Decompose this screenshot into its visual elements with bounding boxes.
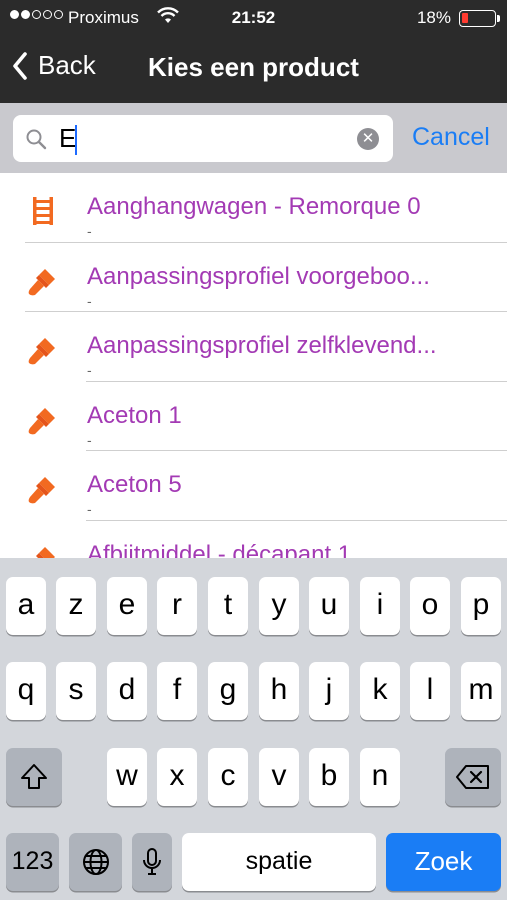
search-value: E (59, 123, 78, 156)
key-i[interactable]: i (360, 577, 400, 635)
item-subtitle: - (87, 431, 92, 448)
clear-search-button[interactable]: ✕ (357, 128, 379, 150)
list-item[interactable]: Aanghangwagen - Remorque 0 - (0, 173, 507, 243)
ladder-icon (33, 197, 53, 225)
paintbrush-icon (28, 477, 55, 504)
key-n[interactable]: n (360, 748, 400, 806)
search-icon (26, 129, 47, 150)
key-f[interactable]: f (157, 662, 197, 720)
microphone-icon (143, 848, 161, 875)
list-item[interactable]: Afbijtmiddel - décapant 1 - (0, 521, 507, 559)
key-r[interactable]: r (157, 577, 197, 635)
search-input[interactable]: E ✕ (13, 115, 393, 162)
backspace-key[interactable] (445, 748, 501, 806)
item-subtitle: - (87, 362, 92, 378)
item-title: Aanghangwagen - Remorque 0 (87, 193, 421, 220)
paintbrush-icon (28, 268, 55, 295)
status-bar: Proximus 21:52 18% (0, 0, 507, 36)
key-e[interactable]: e (107, 577, 147, 635)
key-v[interactable]: v (259, 748, 299, 806)
item-title: Aceton 1 (87, 401, 182, 429)
space-key[interactable]: spatie (182, 833, 376, 891)
shift-key[interactable] (6, 748, 62, 806)
list-item[interactable]: Aanpassingsprofiel zelfklevend... - (0, 312, 507, 382)
key-m[interactable]: m (461, 662, 501, 720)
list-item[interactable]: Aceton 1 - (0, 382, 507, 452)
chevron-left-icon (13, 51, 27, 80)
key-g[interactable]: g (208, 662, 248, 720)
key-k[interactable]: k (360, 662, 400, 720)
back-button[interactable]: Back (12, 50, 96, 81)
shift-icon (21, 764, 47, 789)
key-w[interactable]: w (107, 748, 147, 806)
numbers-key[interactable]: 123 (6, 833, 59, 891)
paintbrush-icon (28, 407, 55, 434)
key-q[interactable]: q (6, 662, 46, 720)
text-cursor (75, 125, 78, 156)
list-item[interactable]: Aceton 5 - (0, 451, 507, 521)
item-title: Afbijtmiddel - décapant 1 (87, 540, 352, 559)
item-title: Aceton 5 (87, 471, 182, 498)
key-o[interactable]: o (410, 577, 450, 635)
page-title: Kies een product (148, 52, 359, 82)
item-title: Aanpassingsprofiel zelfklevend... (87, 332, 437, 359)
key-l[interactable]: l (410, 662, 450, 720)
globe-icon (82, 849, 109, 875)
item-subtitle: - (87, 292, 92, 309)
search-return-key[interactable]: Zoek (386, 833, 501, 891)
paintbrush-icon (36, 546, 55, 558)
keyboard: a z e r t y u i o p q s d f g h j k l m … (0, 558, 507, 900)
paintbrush-icon (28, 338, 55, 365)
key-y[interactable]: y (259, 577, 299, 635)
key-p[interactable]: p (461, 577, 501, 635)
key-t[interactable]: t (208, 577, 248, 635)
key-s[interactable]: s (56, 662, 96, 720)
key-d[interactable]: d (107, 662, 147, 720)
item-subtitle: - (87, 223, 92, 239)
search-bar: E ✕ Cancel (0, 103, 507, 173)
key-u[interactable]: u (309, 577, 349, 635)
key-z[interactable]: z (56, 577, 96, 635)
top-bar: Proximus 21:52 18% Back Kies een product (0, 0, 507, 103)
key-x[interactable]: x (157, 748, 197, 806)
item-subtitle: - (87, 501, 92, 517)
key-h[interactable]: h (259, 662, 299, 720)
key-j[interactable]: j (309, 662, 349, 720)
battery-percent: 18% (416, 8, 451, 27)
key-b[interactable]: b (309, 748, 349, 806)
globe-key[interactable] (69, 833, 122, 891)
key-c[interactable]: c (208, 748, 248, 806)
battery-icon (459, 10, 500, 27)
list-item[interactable]: Aanpassingsprofiel voorgeboo... - (0, 243, 507, 313)
item-title: Aanpassingsprofiel voorgeboo... (87, 262, 430, 290)
backspace-icon (456, 765, 489, 789)
back-label: Back (38, 50, 96, 80)
product-list: Aanghangwagen - Remorque 0 - Aanpassings… (0, 173, 507, 558)
cancel-button[interactable]: Cancel (412, 123, 490, 152)
key-a[interactable]: a (6, 577, 46, 635)
microphone-key[interactable] (132, 833, 172, 891)
